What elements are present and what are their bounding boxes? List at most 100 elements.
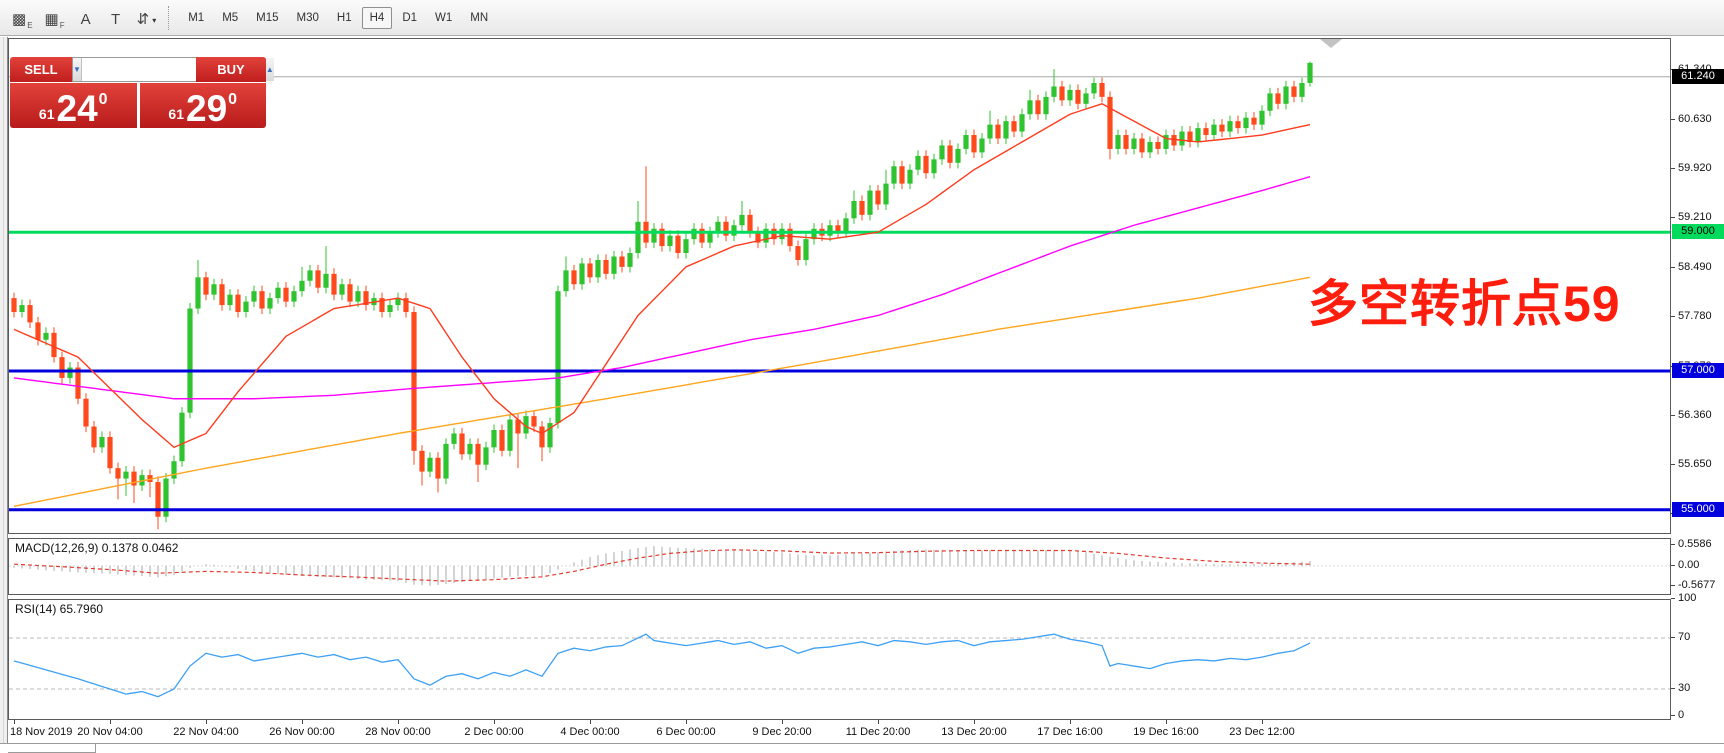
date-label: 17 Dec 16:00: [1025, 726, 1115, 738]
timeframe-button-m1[interactable]: M1: [180, 7, 212, 29]
date-tick: [1262, 720, 1263, 724]
date-tick: [1070, 720, 1071, 724]
price-axis-label: 56.360: [1678, 408, 1712, 422]
date-label: 11 Dec 20:00: [833, 726, 923, 738]
rsi-indicator-pane[interactable]: RSI(14) 65.7960: [8, 599, 1671, 720]
date-label: 4 Dec 00:00: [545, 726, 635, 738]
bid-quote-button[interactable]: 61240: [10, 83, 137, 128]
date-label: 20 Nov 04:00: [65, 726, 155, 738]
ask-superscript: 0: [228, 91, 237, 109]
main-toolbar: ▩E▦FAT⇵▾ M1M5M15M30H1H4D1W1MN: [0, 0, 1724, 36]
volume-stepper: ▼ ▲: [72, 57, 196, 82]
timeframe-button-m30[interactable]: M30: [289, 7, 327, 29]
chart-tab-stub: [8, 744, 96, 753]
price-axis-tick: [1671, 316, 1675, 317]
date-tick: [302, 720, 303, 724]
price-badge-59.000: 59.000: [1672, 224, 1724, 239]
rsi-axis-tick: [1671, 637, 1675, 638]
date-tick: [398, 720, 399, 724]
buy-button[interactable]: BUY: [196, 57, 266, 82]
date-tick: [206, 720, 207, 724]
price-axis-tick: [1671, 119, 1675, 120]
price-axis-tick: [1671, 415, 1675, 416]
sell-button[interactable]: SELL: [10, 57, 72, 82]
date-tick: [14, 720, 15, 724]
toolbar-separator: [168, 6, 173, 30]
macd-axis-tick: [1671, 585, 1675, 586]
rsi-chart: [9, 600, 1670, 719]
timeframe-button-d1[interactable]: D1: [394, 7, 425, 29]
bid-big-digits: 24: [57, 92, 98, 125]
price-axis-tick: [1671, 168, 1675, 169]
macd-indicator-pane[interactable]: MACD(12,26,9) 0.1378 0.0462: [8, 538, 1671, 595]
bottom-strip: [0, 743, 1724, 753]
timeframe-button-h4[interactable]: H4: [362, 7, 393, 29]
date-label: 23 Dec 12:00: [1217, 726, 1307, 738]
date-label: 28 Nov 00:00: [353, 726, 443, 738]
date-label: 2 Dec 00:00: [449, 726, 539, 738]
rsi-axis-label: 0: [1678, 708, 1684, 722]
timeframe-button-h1[interactable]: H1: [329, 7, 360, 29]
macd-axis-label: 0.00: [1678, 558, 1699, 572]
volume-increase-button[interactable]: ▲: [265, 58, 274, 81]
macd-chart: [9, 539, 1670, 594]
date-label: 13 Dec 20:00: [929, 726, 1019, 738]
timeframe-button-m15[interactable]: M15: [248, 7, 286, 29]
rsi-axis-tick: [1671, 715, 1675, 716]
rsi-axis-tick: [1671, 688, 1675, 689]
date-label: 19 Dec 16:00: [1121, 726, 1211, 738]
macd-axis-tick: [1671, 544, 1675, 545]
date-label: 22 Nov 04:00: [161, 726, 251, 738]
date-label: 6 Dec 00:00: [641, 726, 731, 738]
date-label: 26 Nov 00:00: [257, 726, 347, 738]
timeframe-button-m5[interactable]: M5: [214, 7, 246, 29]
sort-arrows-icon[interactable]: ⇵▾: [133, 5, 161, 31]
text-label-icon[interactable]: A: [73, 5, 99, 31]
chart-annotation-text: 多空转折点59: [1308, 264, 1621, 336]
rsi-axis-label: 100: [1678, 591, 1696, 605]
date-label: 9 Dec 20:00: [737, 726, 827, 738]
date-tick: [590, 720, 591, 724]
ask-quote-button[interactable]: 61290: [140, 83, 267, 128]
timeframe-button-w1[interactable]: W1: [427, 7, 460, 29]
date-tick: [878, 720, 879, 724]
candlestick-chart-icon[interactable]: ▩E: [8, 5, 37, 31]
timeframe-button-mn[interactable]: MN: [462, 7, 496, 29]
macd-axis-label: 0.5586: [1678, 537, 1712, 551]
price-badge-55.000: 55.000: [1672, 502, 1724, 517]
price-axis-tick: [1671, 217, 1675, 218]
ask-prefix: 61: [168, 106, 184, 122]
rsi-label: RSI(14) 65.7960: [15, 602, 103, 616]
rsi-axis-tick: [1671, 598, 1675, 599]
date-tick: [110, 720, 111, 724]
ma-slow-line: [14, 277, 1310, 506]
bid-superscript: 0: [99, 91, 108, 109]
date-tick: [494, 720, 495, 724]
price-axis-label: 58.490: [1678, 260, 1712, 274]
candlestick-series: [11, 61, 1312, 529]
macd-axis-label: -0.5677: [1678, 578, 1715, 592]
grid-icon[interactable]: ▦F: [41, 5, 69, 31]
one-click-trade-panel: SELL ▼ ▲ BUY 61240 61290: [10, 57, 266, 128]
chart-shift-marker-icon[interactable]: [1320, 39, 1342, 48]
volume-decrease-button[interactable]: ▼: [73, 58, 82, 81]
text-box-icon[interactable]: T: [103, 5, 129, 31]
date-tick: [1166, 720, 1167, 724]
price-axis[interactable]: 61.34060.63059.92059.21058.49057.78057.0…: [1671, 38, 1724, 720]
window-left-edge: [0, 37, 8, 753]
macd-label: MACD(12,26,9) 0.1378 0.0462: [15, 541, 178, 555]
price-badge-57.000: 57.000: [1672, 363, 1724, 378]
macd-histogram: [14, 546, 1310, 586]
price-axis-label: 60.630: [1678, 112, 1712, 126]
date-tick: [686, 720, 687, 724]
rsi-axis-label: 30: [1678, 681, 1690, 695]
ma-fast-line: [14, 104, 1310, 448]
price-axis-label: 57.780: [1678, 309, 1712, 323]
date-tick: [782, 720, 783, 724]
macd-axis-tick: [1671, 565, 1675, 566]
rsi-line: [14, 634, 1310, 696]
price-axis-tick: [1671, 464, 1675, 465]
ask-big-digits: 29: [186, 92, 227, 125]
date-axis[interactable]: 18 Nov 201920 Nov 04:0022 Nov 04:0026 No…: [8, 720, 1671, 743]
price-axis-label: 59.920: [1678, 161, 1712, 175]
